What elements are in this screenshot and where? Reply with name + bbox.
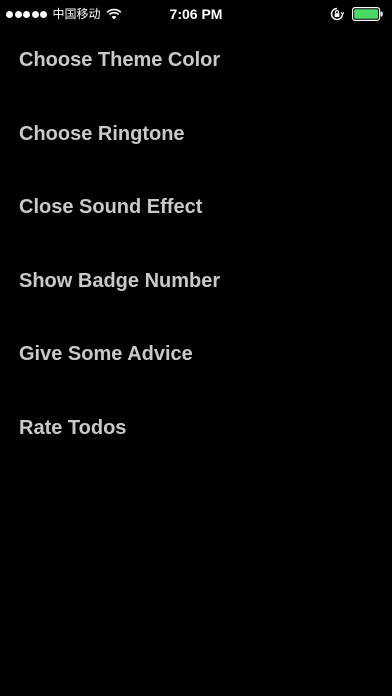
menu-item-choose-ringtone[interactable]: Choose Ringtone	[0, 102, 392, 176]
menu-item-give-some-advice[interactable]: Give Some Advice	[0, 322, 392, 396]
status-right	[330, 6, 384, 22]
settings-menu: Choose Theme Color Choose Ringtone Close…	[0, 28, 392, 469]
menu-item-label: Choose Theme Color	[19, 49, 221, 71]
menu-item-choose-theme-color[interactable]: Choose Theme Color	[0, 28, 392, 102]
menu-item-rate-todos[interactable]: Rate Todos	[0, 396, 392, 470]
menu-item-label: Close Sound Effect	[19, 196, 203, 218]
menu-item-label: Give Some Advice	[19, 343, 193, 365]
rotation-lock-icon	[330, 7, 344, 21]
menu-item-label: Show Badge Number	[19, 269, 221, 292]
menu-item-label: Choose Ringtone	[19, 122, 185, 145]
battery-icon	[352, 7, 383, 21]
menu-item-show-badge-number[interactable]: Show Badge Number	[0, 249, 392, 323]
menu-item-label: Rate Todos	[19, 416, 127, 439]
menu-item-close-sound-effect[interactable]: Close Sound Effect	[0, 175, 392, 249]
status-bar: 中国移动 7:06 PM	[0, 0, 392, 28]
